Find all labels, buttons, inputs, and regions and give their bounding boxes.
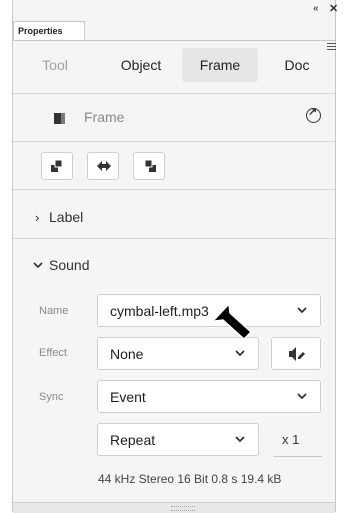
chevron-down-icon bbox=[33, 262, 43, 269]
effect-label: Effect bbox=[39, 347, 67, 359]
sound-section-header[interactable]: Sound bbox=[13, 242, 335, 289]
divider bbox=[13, 189, 335, 190]
repeat-value: Repeat bbox=[110, 432, 156, 448]
tab-frame[interactable]: Frame bbox=[182, 48, 258, 82]
panel-bottom-bar bbox=[13, 502, 335, 513]
tab-tool: Tool bbox=[42, 57, 68, 73]
sync-label: Sync bbox=[39, 391, 64, 403]
frame-icon bbox=[54, 113, 65, 124]
circle-arrow-icon[interactable]: ↗ bbox=[306, 106, 321, 123]
chevron-down-icon bbox=[235, 350, 245, 357]
frame-header-row: Frame ↗ bbox=[13, 94, 335, 141]
chevron-right-icon: › bbox=[35, 210, 40, 225]
panel-tabstrip: Properties bbox=[13, 21, 336, 50]
properties-tab[interactable]: Properties bbox=[13, 21, 85, 40]
repeat-count-underline bbox=[273, 456, 322, 457]
copy-frame-button[interactable] bbox=[133, 152, 165, 180]
close-icon[interactable]: ✕ bbox=[329, 2, 338, 15]
chevron-down-icon bbox=[297, 307, 307, 314]
tab-doc[interactable]: Doc bbox=[262, 48, 332, 82]
sync-dropdown[interactable]: Event bbox=[97, 380, 321, 413]
collapse-icon[interactable]: « bbox=[313, 3, 319, 14]
property-tabs: Tool Object Frame Doc bbox=[13, 41, 335, 93]
copy-frame-icon bbox=[144, 159, 156, 172]
mouse-pointer-icon bbox=[211, 302, 253, 340]
swap-arrows-icon bbox=[97, 161, 111, 171]
sound-name-value: cymbal-left.mp3 bbox=[110, 303, 209, 319]
speaker-edit-icon bbox=[289, 347, 305, 361]
tab-object[interactable]: Object bbox=[103, 48, 179, 82]
sync-value: Event bbox=[110, 389, 146, 405]
label-section-title: Label bbox=[49, 209, 84, 225]
frame-label: Frame bbox=[84, 109, 125, 125]
insert-keyframe-button[interactable] bbox=[41, 152, 73, 180]
effect-dropdown[interactable]: None bbox=[97, 337, 259, 370]
properties-panel: « ✕ Properties Tool Object Frame Doc Fra… bbox=[12, 0, 338, 513]
sound-name-dropdown[interactable]: cymbal-left.mp3 bbox=[97, 294, 321, 327]
label-section-header[interactable]: › Label bbox=[13, 194, 335, 241]
sound-info-text: 44 kHz Stereo 16 Bit 0.8 s 19.4 kB bbox=[98, 472, 282, 486]
chevron-down-icon bbox=[235, 436, 245, 443]
resize-grip-icon[interactable] bbox=[171, 506, 195, 511]
sound-section-title: Sound bbox=[49, 257, 90, 273]
frame-buttons-row bbox=[13, 142, 335, 189]
repeat-count-input[interactable]: x 1 bbox=[282, 432, 299, 447]
edit-sound-envelope-button[interactable] bbox=[271, 337, 321, 370]
repeat-dropdown[interactable]: Repeat bbox=[97, 423, 259, 456]
swap-frames-button[interactable] bbox=[87, 152, 119, 180]
panel-topbar: « ✕ bbox=[13, 0, 338, 21]
divider bbox=[13, 238, 335, 239]
chevron-down-icon bbox=[297, 393, 307, 400]
name-label: Name bbox=[39, 305, 69, 317]
effect-value: None bbox=[110, 346, 144, 362]
insert-keyframe-icon bbox=[51, 159, 63, 172]
